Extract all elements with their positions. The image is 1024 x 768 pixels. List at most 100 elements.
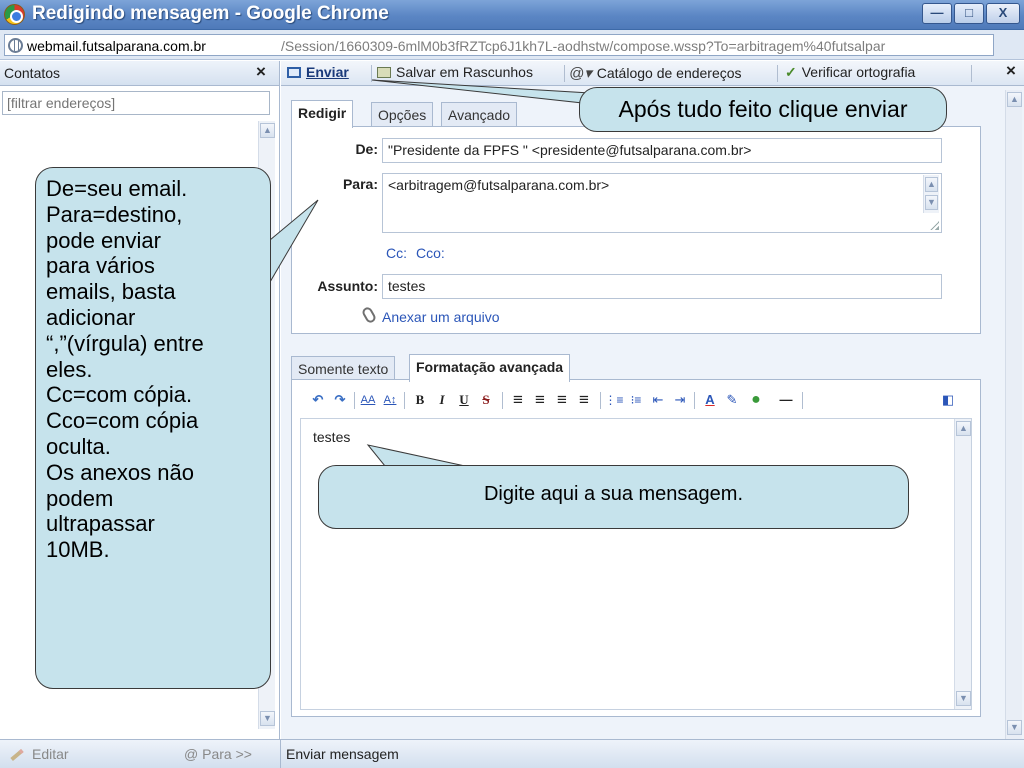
sidebar-title: Contatos bbox=[4, 65, 61, 81]
subject-label: Assunto: bbox=[317, 278, 378, 294]
spellcheck-label: Verificar ortografia bbox=[801, 64, 916, 80]
scroll-down-icon[interactable]: ▼ bbox=[260, 711, 275, 726]
editor-help-callout: Digite aqui a sua mensagem. bbox=[318, 465, 909, 529]
text-color-icon[interactable]: A bbox=[700, 390, 720, 410]
callout-line: Cco=com cópia bbox=[46, 408, 199, 434]
scroll-up-icon[interactable]: ▲ bbox=[260, 123, 275, 138]
insert-link-icon[interactable]: ● bbox=[746, 390, 766, 410]
globe-icon bbox=[8, 38, 23, 53]
save-draft-button[interactable]: Salvar em Rascunhos bbox=[377, 64, 533, 80]
align-center-icon[interactable]: ≡ bbox=[530, 390, 550, 410]
send-icon bbox=[287, 67, 301, 78]
bcc-link[interactable]: Cco: bbox=[416, 245, 445, 261]
to-field[interactable]: <arbitragem@futsalparana.com.br> ▲ ▼ bbox=[382, 173, 942, 233]
footer-divider bbox=[280, 740, 281, 768]
edit-contact-button[interactable]: Editar bbox=[10, 746, 69, 762]
at-sign-icon: @▾ bbox=[569, 65, 592, 82]
attach-file-link[interactable]: Anexar um arquivo bbox=[382, 309, 500, 325]
callout-line: emails, basta bbox=[46, 279, 176, 305]
url-field[interactable]: webmail.futsalparana.com.br /Session/166… bbox=[4, 34, 994, 56]
subject-field[interactable]: testes bbox=[382, 274, 942, 299]
align-right-icon[interactable]: ≡ bbox=[552, 390, 572, 410]
from-label: De: bbox=[355, 141, 378, 157]
toolbar-divider bbox=[971, 65, 972, 82]
message-body-editor[interactable]: testes ▲ ▼ bbox=[300, 418, 972, 710]
url-host: webmail.futsalparana.com.br bbox=[27, 38, 206, 54]
editor-scrollbar[interactable]: ▲ ▼ bbox=[954, 419, 971, 709]
sidebar-header: Contatos × bbox=[0, 61, 279, 86]
fmt-divider bbox=[502, 392, 503, 409]
font-size-icon[interactable]: AA bbox=[358, 390, 378, 410]
cc-link[interactable]: Cc: bbox=[386, 245, 407, 261]
undo-icon[interactable]: ↶ bbox=[308, 390, 328, 410]
callout-line: Os anexos não bbox=[46, 459, 194, 485]
minimize-button[interactable]: — bbox=[922, 3, 952, 24]
tab-rich-text[interactable]: Formatação avançada bbox=[409, 354, 571, 382]
to-value: <arbitragem@futsalparana.com.br> bbox=[388, 177, 610, 193]
scroll-up-icon[interactable]: ▲ bbox=[956, 421, 971, 436]
callout-line: eles. bbox=[46, 356, 93, 382]
callout-line: De=seu email. bbox=[46, 176, 188, 201]
editor-panel: ↶ ↷ AA A↕ B I U S ≡ ≡ ≡ ≡ ⋮≡ ⁝≡ ⇤ ⇥ A ✎ … bbox=[291, 379, 981, 717]
send-button[interactable]: Enviar bbox=[287, 64, 349, 80]
resize-grip-icon[interactable] bbox=[930, 221, 939, 230]
callout-line: para vários bbox=[46, 253, 155, 279]
fmt-divider bbox=[694, 392, 695, 409]
font-grow-icon[interactable]: A↕ bbox=[380, 390, 400, 410]
address-book-label: Catálogo de endereços bbox=[596, 65, 742, 81]
to-field-scrollbar[interactable]: ▲ ▼ bbox=[923, 175, 939, 213]
callout-line: oculta. bbox=[46, 433, 111, 459]
status-text: Enviar mensagem bbox=[286, 746, 399, 762]
horizontal-rule-icon[interactable]: — bbox=[776, 390, 796, 410]
strikethrough-icon[interactable]: S bbox=[476, 390, 496, 410]
redo-icon[interactable]: ↷ bbox=[330, 390, 350, 410]
tab-avancado[interactable]: Avançado bbox=[441, 102, 518, 127]
fmt-divider bbox=[802, 392, 803, 409]
close-window-button[interactable]: X bbox=[986, 3, 1020, 24]
italic-icon[interactable]: I bbox=[432, 390, 452, 410]
scroll-down-icon[interactable]: ▼ bbox=[925, 195, 938, 210]
formatting-toolbar: ↶ ↷ AA A↕ B I U S ≡ ≡ ≡ ≡ ⋮≡ ⁝≡ ⇤ ⇥ A ✎ … bbox=[298, 390, 974, 412]
maximize-button[interactable]: □ bbox=[954, 3, 984, 24]
scroll-up-icon[interactable]: ▲ bbox=[1007, 92, 1022, 107]
add-to-recipients-button[interactable]: @ Para >> bbox=[184, 746, 252, 762]
scroll-down-icon[interactable]: ▼ bbox=[1007, 720, 1022, 735]
bold-icon[interactable]: B bbox=[410, 390, 430, 410]
close-compose-button[interactable]: × bbox=[1006, 61, 1016, 81]
message-header-panel: De: "Presidente da FPFS " <presidente@fu… bbox=[291, 126, 981, 334]
underline-icon[interactable]: U bbox=[454, 390, 474, 410]
fmt-divider bbox=[404, 392, 405, 409]
html-source-icon[interactable]: ◧ bbox=[938, 390, 958, 410]
scroll-up-icon[interactable]: ▲ bbox=[925, 177, 938, 192]
address-bar: webmail.futsalparana.com.br /Session/166… bbox=[0, 30, 1024, 60]
outdent-icon[interactable]: ⇤ bbox=[648, 390, 668, 410]
scroll-down-icon[interactable]: ▼ bbox=[956, 691, 971, 706]
callout-line: 10MB. bbox=[46, 537, 110, 563]
compose-area: Redigir Opções Avançado De: "Presidente … bbox=[281, 86, 1024, 740]
address-book-button[interactable]: @▾ Catálogo de endereços bbox=[569, 64, 742, 82]
indent-icon[interactable]: ⇥ bbox=[670, 390, 690, 410]
bullet-list-icon[interactable]: ⁝≡ bbox=[626, 390, 646, 410]
callout-line: podem bbox=[46, 485, 114, 511]
callout-line: ultrapassar bbox=[46, 511, 155, 537]
highlight-icon[interactable]: ✎ bbox=[722, 390, 742, 410]
tab-redigir[interactable]: Redigir bbox=[291, 100, 354, 128]
callout-line: Cc=com cópia. bbox=[46, 382, 193, 408]
paperclip-icon bbox=[360, 305, 378, 325]
sidebar-close-button[interactable]: × bbox=[256, 62, 266, 82]
compose-toolbar: Enviar Salvar em Rascunhos @▾ Catálogo de… bbox=[281, 61, 1024, 86]
ordered-list-icon[interactable]: ⋮≡ bbox=[604, 390, 624, 410]
sidebar-help-callout: De=seu email. Para=destino, pode enviar … bbox=[35, 167, 271, 689]
from-field[interactable]: "Presidente da FPFS " <presidente@futsal… bbox=[382, 138, 942, 163]
filter-addresses-input[interactable] bbox=[2, 91, 270, 115]
align-left-icon[interactable]: ≡ bbox=[508, 390, 528, 410]
spellcheck-button[interactable]: ✓ Verificar ortografia bbox=[785, 64, 915, 81]
justify-icon[interactable]: ≡ bbox=[574, 390, 594, 410]
save-draft-label: Salvar em Rascunhos bbox=[396, 64, 533, 80]
tab-plain-text[interactable]: Somente texto bbox=[291, 356, 396, 381]
compose-scrollbar[interactable]: ▲ ▼ bbox=[1005, 90, 1022, 740]
window-title: Redigindo mensagem - Google Chrome bbox=[32, 3, 389, 24]
tab-opcoes[interactable]: Opções bbox=[371, 102, 434, 127]
window-titlebar: Redigindo mensagem - Google Chrome — □ X bbox=[0, 0, 1024, 30]
url-path: /Session/1660309-6mlM0b3fRZTcp6J1kh7L-ao… bbox=[281, 38, 886, 54]
